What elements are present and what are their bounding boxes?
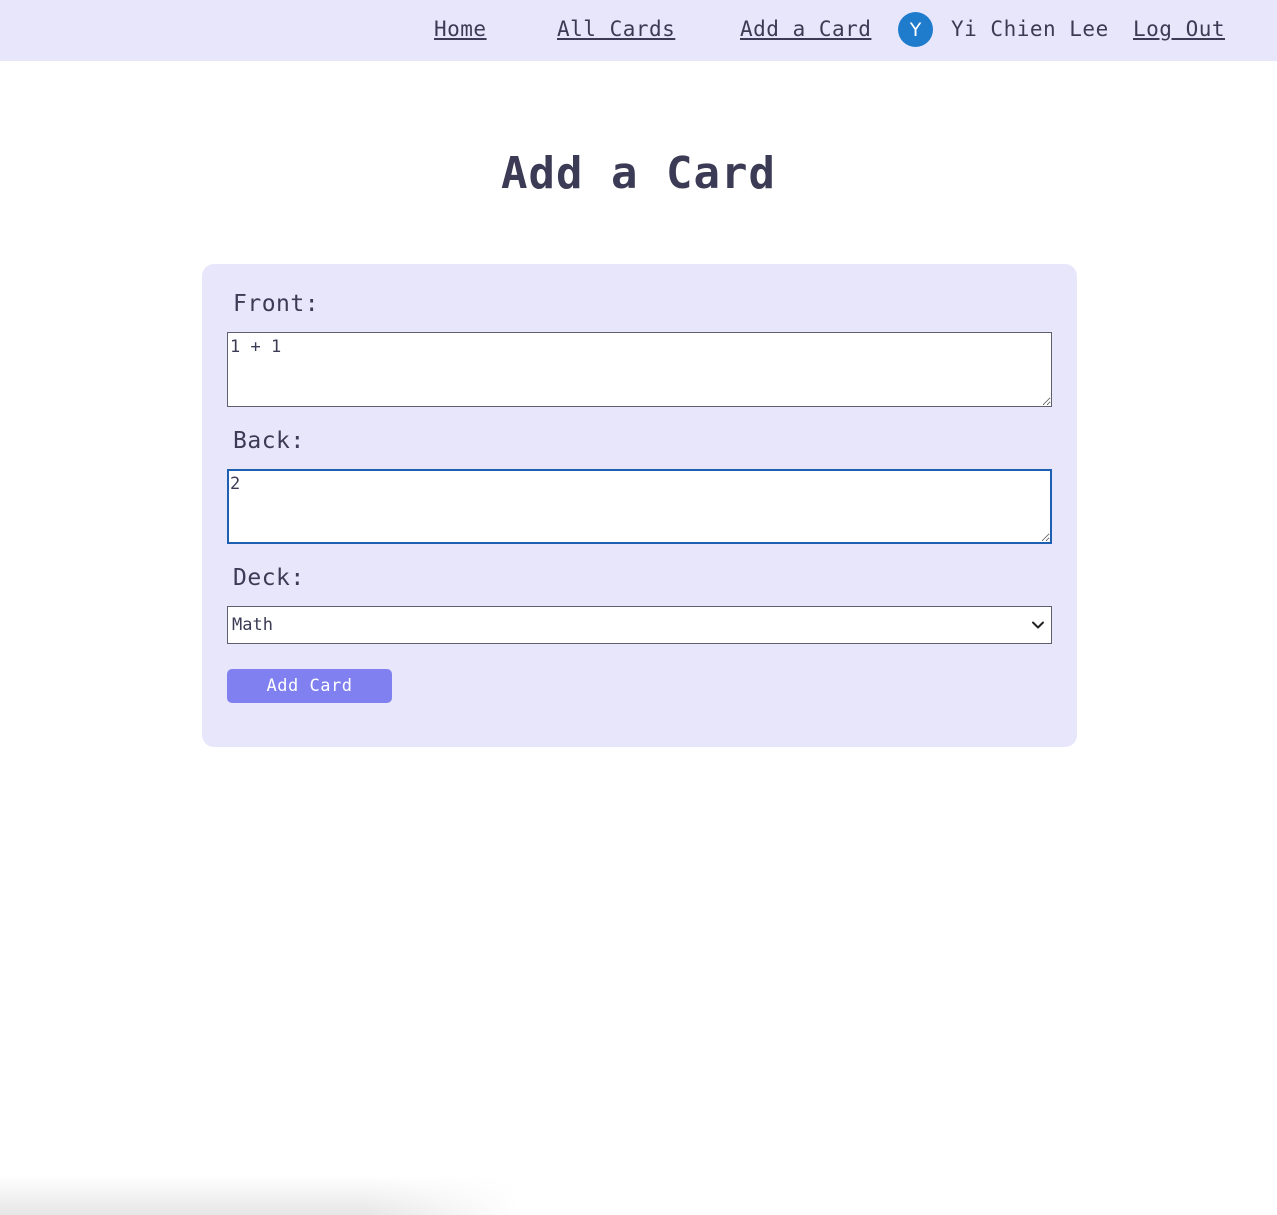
deck-select-value: Math bbox=[232, 615, 273, 635]
front-textarea[interactable]: 1 + 1 bbox=[227, 332, 1052, 407]
deck-select[interactable]: Math bbox=[227, 606, 1052, 644]
page-title: Add a Card bbox=[501, 148, 776, 199]
user-name: Yi Chien Lee bbox=[951, 17, 1109, 41]
nav-link-log-out[interactable]: Log Out bbox=[1133, 17, 1225, 41]
nav-link-all-cards[interactable]: All Cards bbox=[557, 17, 675, 41]
avatar: Y bbox=[898, 12, 933, 47]
add-card-form: Front: 1 + 1 Back: 2 Deck: Math Add Card bbox=[202, 264, 1077, 747]
front-label: Front: bbox=[233, 291, 320, 317]
deck-label: Deck: bbox=[233, 565, 305, 591]
back-label: Back: bbox=[233, 428, 305, 454]
add-card-button[interactable]: Add Card bbox=[227, 669, 392, 703]
window-bottom-shadow bbox=[0, 1175, 520, 1215]
back-textarea[interactable]: 2 bbox=[227, 469, 1052, 544]
nav-link-add-card[interactable]: Add a Card bbox=[740, 17, 871, 41]
top-navbar: Home All Cards Add a Card Y Yi Chien Lee… bbox=[0, 0, 1277, 61]
nav-link-home[interactable]: Home bbox=[434, 17, 487, 41]
chevron-down-icon bbox=[1032, 621, 1044, 629]
